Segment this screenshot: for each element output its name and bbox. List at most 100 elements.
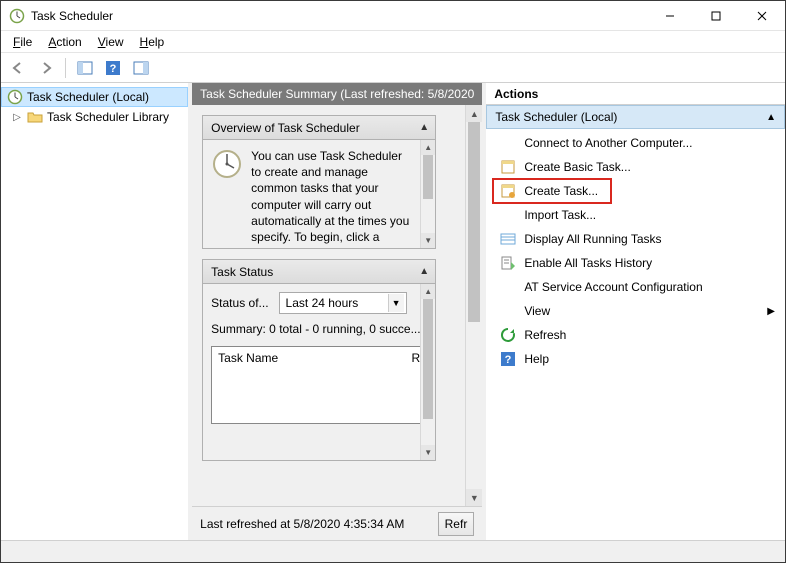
tree-library-label: Task Scheduler Library [47,110,169,124]
summary-line: Summary: 0 total - 0 running, 0 succe... [211,322,427,336]
action-help[interactable]: ? Help [486,347,785,371]
task-status-scrollbar[interactable]: ▲ ▼ [420,284,435,460]
task-status-group: Task Status ▲ Status of... Last 24 hours… [202,259,436,461]
action-label: Connect to Another Computer... [524,136,692,150]
create-task-icon [500,183,516,199]
refresh-icon [500,327,516,343]
overview-text: You can use Task Scheduler to create and… [251,148,427,240]
folder-icon [27,109,43,125]
chevron-down-icon: ▼ [388,294,404,312]
action-connect[interactable]: Connect to Another Computer... [486,131,785,155]
actions-pane-title: Actions [486,83,785,105]
help-icon: ? [500,351,516,367]
scroll-thumb[interactable] [423,155,433,199]
task-listbox[interactable]: Task Name R [211,346,427,424]
action-label: Import Task... [524,208,596,222]
scroll-thumb[interactable] [423,299,433,419]
action-view[interactable]: View▶ [486,299,785,323]
window-title: Task Scheduler [31,9,113,23]
status-of-value: Last 24 hours [286,296,359,310]
collapse-icon: ▲ [766,112,776,123]
overview-title: Overview of Task Scheduler [211,121,360,135]
toolbar: ? [1,53,785,83]
list-col-task-name: Task Name [218,351,278,365]
overview-scrollbar[interactable]: ▲ ▼ [420,140,435,248]
center-pane: Task Scheduler Summary (Last refreshed: … [192,83,486,540]
task-status-header[interactable]: Task Status ▲ [203,260,435,284]
minimize-button[interactable] [647,1,693,30]
center-footer: Last refreshed at 5/8/2020 4:35:34 AM Re… [192,506,482,540]
status-of-label: Status of... [211,296,268,310]
action-import[interactable]: Import Task... [486,203,785,227]
action-refresh[interactable]: Refresh [486,323,785,347]
center-body: Overview of Task Scheduler ▲ You can use… [192,105,482,506]
actions-pane: Actions Task Scheduler (Local) ▲ Connect… [486,83,785,540]
actions-node-title: Task Scheduler (Local) [495,110,617,124]
tree-root-node[interactable]: Task Scheduler (Local) [1,87,188,107]
show-hide-tree-button[interactable] [72,56,98,80]
action-label: AT Service Account Configuration [524,280,702,294]
scroll-down-icon[interactable]: ▼ [421,233,435,248]
forward-button[interactable] [33,56,59,80]
action-create-basic[interactable]: Create Basic Task... [486,155,785,179]
overview-header[interactable]: Overview of Task Scheduler ▲ [203,116,435,140]
menu-view[interactable]: View [90,33,132,51]
collapse-icon: ▲ [419,122,429,133]
blank-icon [500,207,516,223]
menu-action[interactable]: Action [40,33,89,51]
maximize-button[interactable] [693,1,739,30]
center-header: Task Scheduler Summary (Last refreshed: … [192,83,482,105]
menu-file[interactable]: File [5,33,40,51]
action-display-running[interactable]: Display All Running Tasks [486,227,785,251]
action-label: Help [524,352,549,366]
actions-node-header[interactable]: Task Scheduler (Local) ▲ [486,105,785,129]
action-label: Display All Running Tasks [524,232,661,246]
close-button[interactable] [739,1,785,30]
scroll-up-icon[interactable]: ▲ [421,284,435,299]
clock-large-icon [211,148,243,240]
tree-pane: Task Scheduler (Local) ▷ Task Scheduler … [1,83,192,540]
titlebar: Task Scheduler [1,1,785,31]
menu-help[interactable]: Help [132,33,173,51]
scroll-up-icon[interactable]: ▲ [421,140,435,155]
running-icon [500,231,516,247]
last-refreshed-text: Last refreshed at 5/8/2020 4:35:34 AM [200,517,429,531]
toolbar-separator [65,58,66,78]
tree-root-label: Task Scheduler (Local) [27,90,149,104]
action-label: Create Basic Task... [524,160,631,174]
history-icon [500,255,516,271]
blank-icon [500,135,516,151]
scroll-down-icon[interactable]: ▼ [466,489,482,506]
task-status-title: Task Status [211,265,273,279]
action-label: Create Task... [524,184,598,198]
action-enable-history[interactable]: Enable All Tasks History [486,251,785,275]
action-at-service[interactable]: AT Service Account Configuration [486,275,785,299]
statusbar [1,540,785,562]
svg-text:?: ? [110,63,117,75]
list-col2-fragment: R [412,351,421,365]
clock-icon [7,89,23,105]
status-of-combo[interactable]: Last 24 hours ▼ [279,292,407,314]
expander-icon[interactable]: ▷ [11,112,23,123]
scroll-down-icon[interactable]: ▼ [421,445,435,460]
blank-icon [500,279,516,295]
app-icon [9,8,25,24]
center-scrollbar[interactable]: ▲ ▼ [465,105,482,506]
show-hide-action-pane-button[interactable] [128,56,154,80]
action-label: Refresh [524,328,566,342]
blank-icon [500,303,516,319]
action-label: Enable All Tasks History [524,256,652,270]
basic-task-icon [500,159,516,175]
action-create-task[interactable]: Create Task... [486,179,785,203]
overview-group: Overview of Task Scheduler ▲ You can use… [202,115,436,249]
actions-list: Connect to Another Computer... Create Bas… [486,129,785,373]
scroll-up-icon[interactable]: ▲ [466,105,482,122]
scroll-thumb[interactable] [468,122,480,322]
svg-text:?: ? [505,354,512,366]
client-area: Task Scheduler (Local) ▷ Task Scheduler … [1,83,785,540]
back-button[interactable] [5,56,31,80]
help-toolbar-button[interactable]: ? [100,56,126,80]
collapse-icon: ▲ [419,266,429,277]
refresh-button[interactable]: Refr [438,512,475,536]
tree-library-node[interactable]: ▷ Task Scheduler Library [1,107,188,127]
